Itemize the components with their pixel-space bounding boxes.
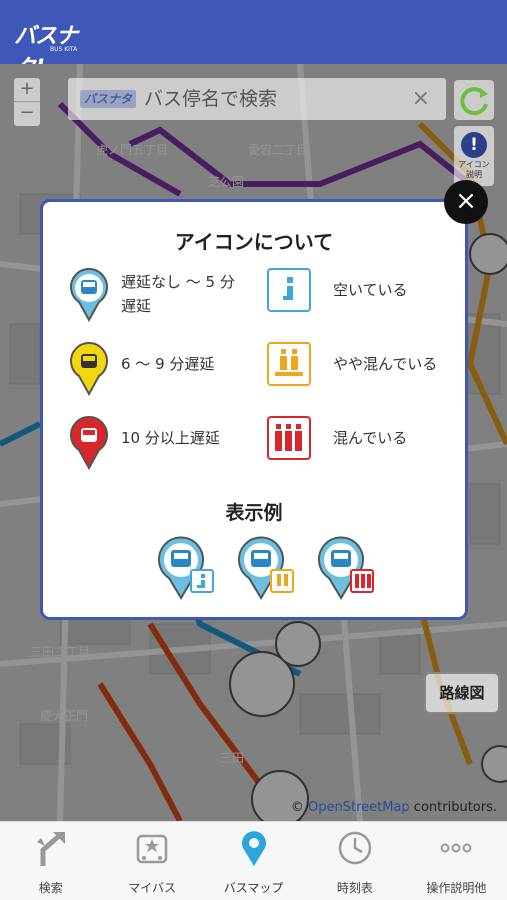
attribution-suffix: contributors. (409, 800, 497, 815)
example-pin-crowded (318, 536, 374, 600)
clock-icon (338, 831, 372, 865)
more-icon (440, 843, 472, 853)
zoom-out-button[interactable]: − (14, 102, 40, 126)
route-arrow-icon (36, 832, 65, 866)
bus-star-icon (136, 834, 168, 864)
map-pin-icon (241, 831, 266, 866)
route-map-button[interactable]: 路線図 (424, 672, 500, 714)
legend-delay-6-9: 6 ～ 9 分遅延 (69, 342, 269, 397)
app-header: バスナタ! BUS KITA (0, 0, 507, 81)
osm-link[interactable]: OpenStreetMap (308, 800, 410, 815)
attribution-prefix: © (290, 800, 308, 815)
refresh-icon (460, 87, 488, 116)
map-attribution: © OpenStreetMap contributors. (291, 800, 497, 815)
nav-label-timetable: 時刻表 (336, 881, 373, 895)
legend-crowded: 混んでいる (267, 416, 457, 466)
bus-pin-yellow-icon (70, 342, 108, 397)
search-input[interactable] (144, 84, 404, 114)
nav-label-help: 操作説明他 (426, 881, 487, 895)
icon-help-button[interactable]: ! アイコン 説明 (454, 126, 494, 186)
example-pin-empty (158, 536, 214, 600)
zoom-control: + − (14, 78, 40, 126)
nav-label-busmap: バスマップ (223, 881, 284, 895)
legend-label-somewhat-crowded: やや混んでいる (333, 355, 438, 373)
example-title: 表示例 (225, 502, 283, 524)
clear-icon[interactable]: × (412, 86, 430, 111)
seat-crowded-icon (267, 416, 311, 460)
app-logo[interactable]: バスナタ! BUS KITA (14, 18, 94, 81)
legend-delay-10plus: 10 分以上遅延 (69, 416, 269, 471)
nav-label-mybus: マイバス (128, 881, 176, 895)
logo-subtext: BUS KITA (50, 46, 78, 53)
legend-somewhat-crowded: やや混んでいる (267, 342, 457, 392)
modal-title: アイコンについて (174, 230, 334, 254)
bus-pin-red-icon (70, 416, 108, 471)
seat-empty-icon (267, 268, 311, 312)
legend-label-crowded: 混んでいる (333, 429, 408, 447)
modal-close-button[interactable]: × (444, 180, 488, 224)
nav-item-mybus[interactable]: マイバス (101, 822, 202, 900)
example-pin-somewhat (238, 536, 294, 600)
legend-label-empty: 空いている (333, 281, 408, 299)
search-bar: バスナタ × (68, 78, 446, 120)
icon-legend-modal: アイコンについて 遅延なし ～ 5 分 遅延 6 ～ 9 分遅延 10 分以上遅… (40, 199, 468, 620)
bottom-navigation: 検索 マイバス バスマップ 時刻表 操作説明他 (0, 821, 507, 900)
zoom-in-button[interactable]: + (14, 78, 40, 102)
nav-item-timetable[interactable]: 時刻表 (304, 822, 405, 900)
search-logo: バスナタ (80, 90, 136, 108)
legend-empty: 空いている (267, 268, 457, 318)
bus-pin-blue-icon (70, 268, 108, 323)
nav-label-search: 検索 (38, 881, 63, 895)
legend-label-delay-10plus: 10 分以上遅延 (121, 429, 220, 447)
refresh-button[interactable] (454, 80, 494, 120)
nav-item-search[interactable]: 検索 (0, 822, 101, 900)
nav-item-help[interactable]: 操作説明他 (406, 822, 507, 900)
example-icons (158, 536, 374, 600)
legend-label-delay-6-9: 6 ～ 9 分遅延 (121, 355, 215, 373)
legend-label-no-delay: 遅延なし ～ 5 分 遅延 (121, 273, 235, 315)
icon-help-label: アイコン 説明 (458, 160, 490, 179)
info-icon: ! (461, 132, 487, 158)
seat-somewhat-crowded-icon (267, 342, 311, 386)
nav-item-busmap[interactable]: バスマップ (203, 822, 304, 900)
legend-no-delay: 遅延なし ～ 5 分 遅延 (69, 268, 269, 323)
